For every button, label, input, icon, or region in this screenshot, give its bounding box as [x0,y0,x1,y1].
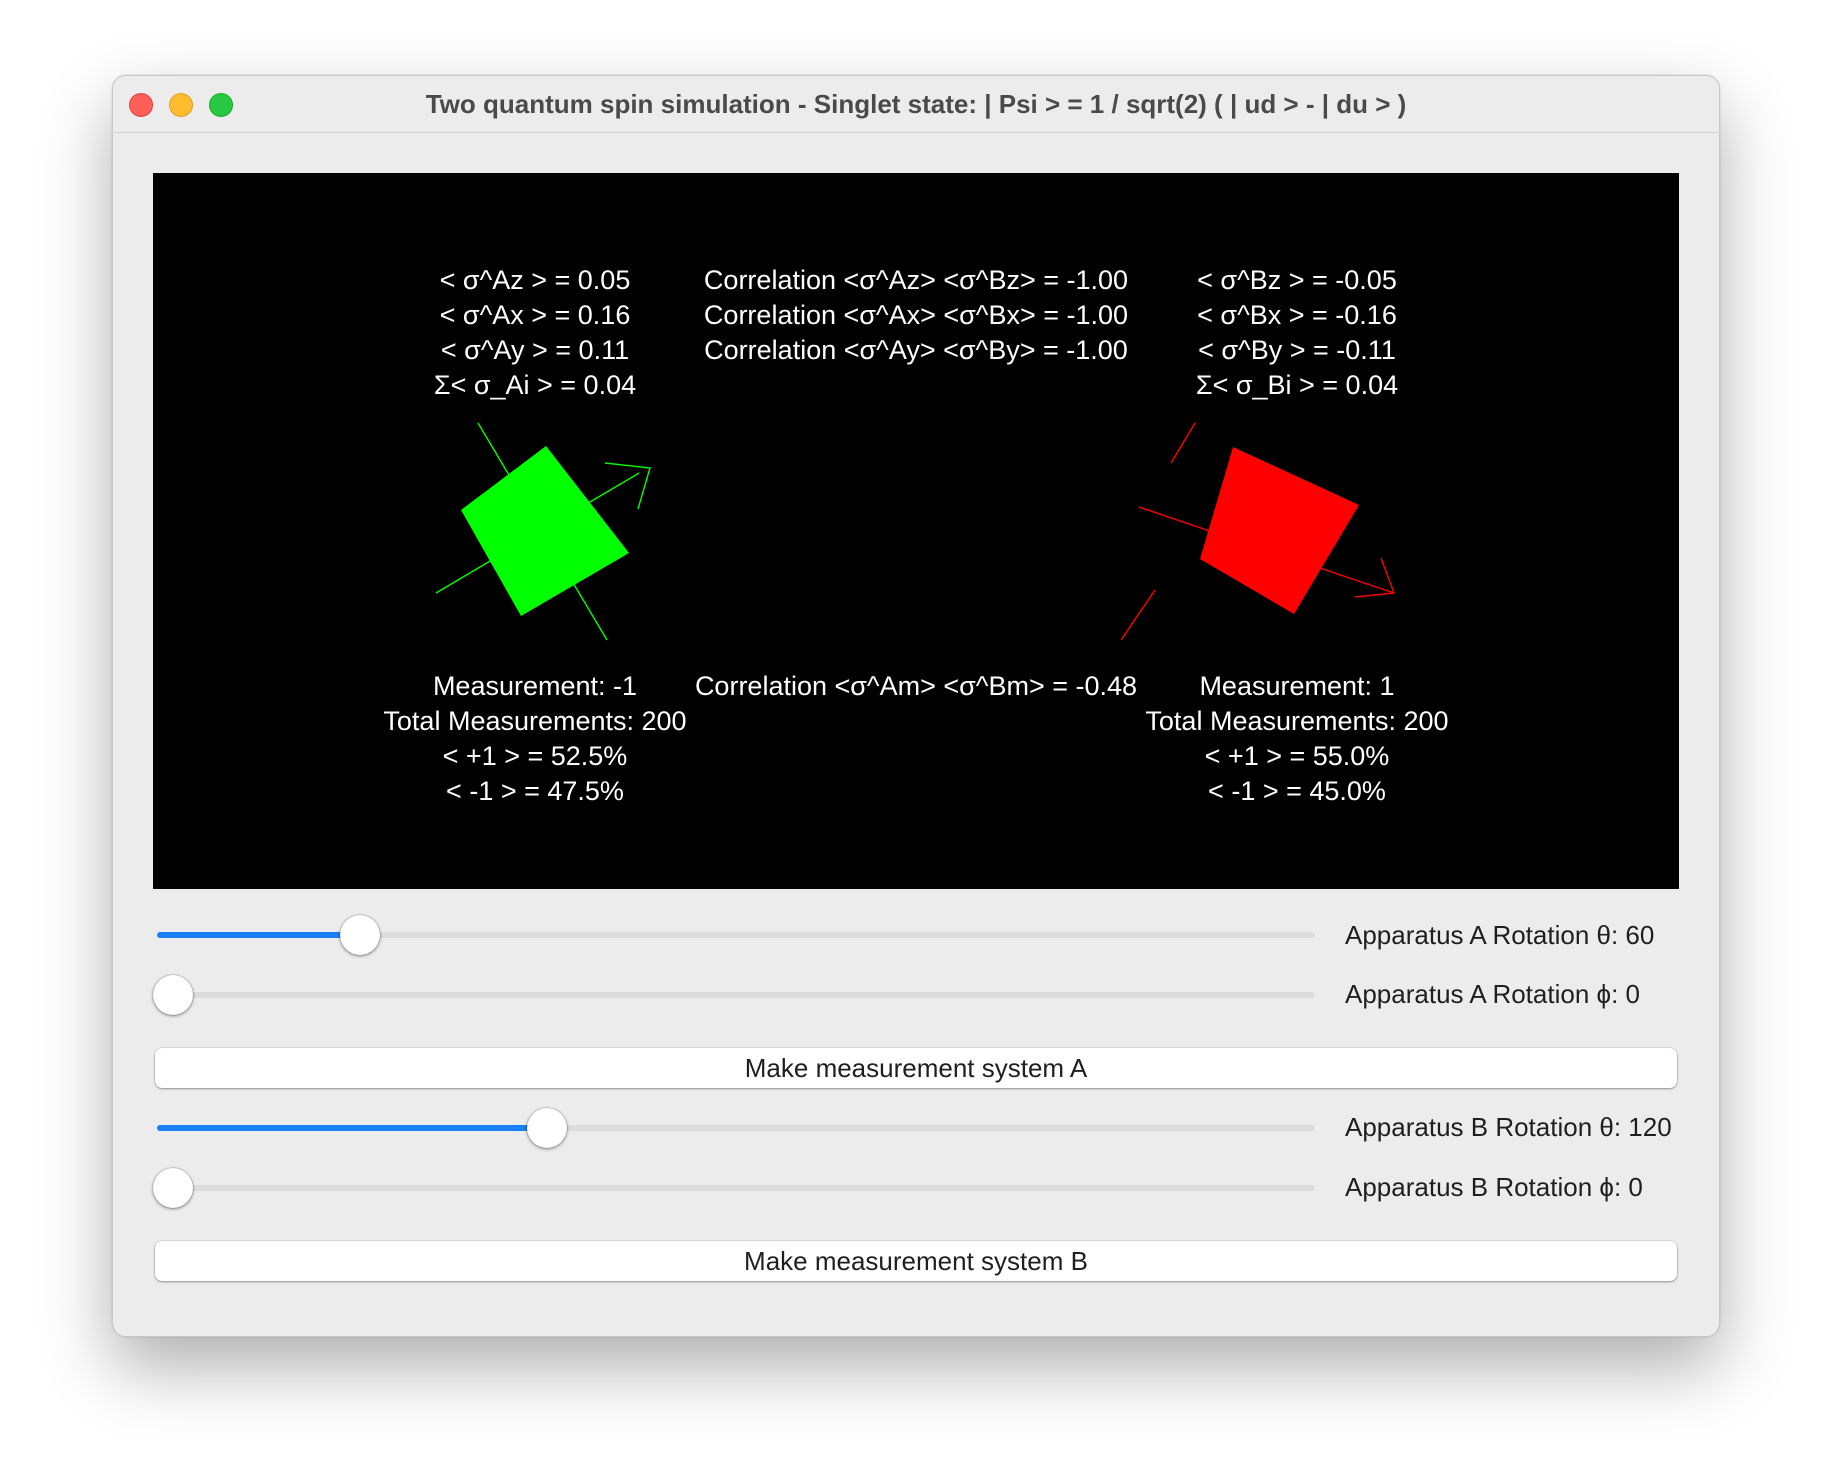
apparatus-b-theta-slider[interactable] [153,1106,1315,1150]
slider-track[interactable] [157,992,1315,998]
slider-thumb[interactable] [153,1168,193,1208]
correlation-y: Correlation <σ^Ay> <σ^By> = -1.00 [704,335,1128,365]
slider-fill [157,1125,547,1131]
system-b-measurements: Measurement: 1 Total Measurements: 200 <… [1145,669,1448,809]
measurement-b-minus: < -1 > = 45.0% [1208,776,1386,806]
expectation-a-sum: Σ< σ_Ai > = 0.04 [433,370,637,400]
correlation-measured: Correlation <σ^Am> <σ^Bm> = -0.48 [694,671,1138,701]
system-b-expectations: < σ^Bz > = -0.05 < σ^Bx > = -0.16 < σ^By… [1196,263,1398,403]
expectation-a-y: < σ^Ay > = 0.11 [440,335,630,365]
spin-b-axis-line-top [1170,422,1196,464]
measurement-a-plus: < +1 > = 52.5% [442,741,628,771]
simulation-canvas: < σ^Az > = 0.05 < σ^Ax > = 0.16 < σ^Ay >… [153,173,1679,889]
spin-b-apparatus [1120,422,1395,641]
correlation-panel: Correlation <σ^Az> <σ^Bz> = -1.00 Correl… [704,263,1128,368]
apparatus-b-phi-label: Apparatus B Rotation ϕ: 0 [1345,1172,1643,1202]
measurement-a-result: Measurement: -1 [432,671,638,701]
measurement-a-minus: < -1 > = 47.5% [446,776,624,806]
apparatus-b-theta-label: Apparatus B Rotation θ: 120 [1345,1112,1672,1142]
slider-thumb[interactable] [153,975,193,1015]
title-bar: Two quantum spin simulation - Singlet st… [113,76,1719,133]
measure-system-b-button[interactable]: Make measurement system B [155,1241,1677,1281]
spin-a-square [461,446,629,616]
slider-thumb[interactable] [340,915,380,955]
expectation-b-y: < σ^By > = -0.11 [1198,335,1396,365]
correlation-z: Correlation <σ^Az> <σ^Bz> = -1.00 [703,265,1129,295]
spin-a-apparatus [435,422,651,641]
spin-b-spin-tail [1138,506,1184,523]
apparatus-a-phi-slider[interactable] [153,973,1315,1017]
expectation-b-sum: Σ< σ_Bi > = 0.04 [1195,370,1399,400]
apparatus-a-phi-label: Apparatus A Rotation ϕ: 0 [1345,979,1640,1009]
slider-thumb[interactable] [527,1108,567,1148]
measurement-b-total: Total Measurements: 200 [1145,706,1449,736]
system-a-expectations: < σ^Az > = 0.05 < σ^Ax > = 0.16 < σ^Ay >… [434,263,636,403]
spin-b-axis-line-bottom [1120,589,1156,641]
expectation-b-z: < σ^Bz > = -0.05 [1197,265,1397,295]
slider-track[interactable] [157,1185,1315,1191]
expectation-b-x: < σ^Bx > = -0.16 [1197,300,1397,330]
measure-system-a-button[interactable]: Make measurement system A [155,1048,1677,1088]
spin-b-square [1200,447,1359,614]
measurement-b-result: Measurement: 1 [1199,671,1395,701]
system-a-measurements: Measurement: -1 Total Measurements: 200 … [383,669,686,809]
window-title: Two quantum spin simulation - Singlet st… [425,89,1407,119]
expectation-a-x: < σ^Ax > = 0.16 [439,300,631,330]
measured-correlation: Correlation <σ^Am> <σ^Bm> = -0.48 [695,669,1137,704]
spin-a-arrow-head [604,462,651,510]
correlation-x: Correlation <σ^Ax> <σ^Bx> = -1.00 [703,300,1129,330]
app-window: Two quantum spin simulation - Singlet st… [112,75,1720,1337]
expectation-a-z: < σ^Az > = 0.05 [439,265,631,295]
apparatus-a-theta-label: Apparatus A Rotation θ: 60 [1345,920,1655,950]
slider-fill [157,932,360,938]
measurement-a-total: Total Measurements: 200 [383,706,687,736]
apparatus-a-theta-slider[interactable] [153,913,1315,957]
measurement-b-plus: < +1 > = 55.0% [1204,741,1390,771]
apparatus-b-phi-slider[interactable] [153,1166,1315,1210]
